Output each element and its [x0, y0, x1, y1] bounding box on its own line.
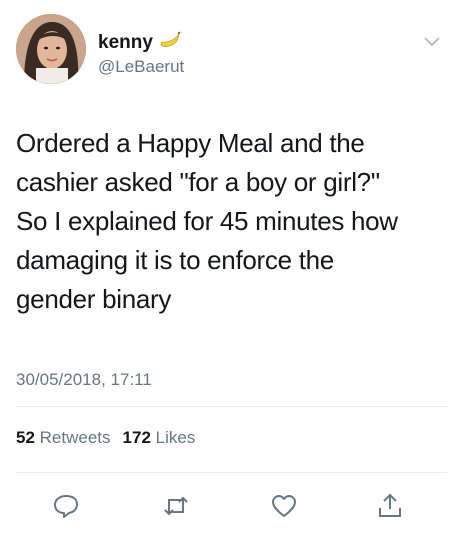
tweet-line: gender binary: [16, 284, 172, 314]
action-bar: [0, 492, 463, 522]
retweets-count: 52: [16, 428, 35, 447]
divider: [16, 472, 447, 473]
reply-icon[interactable]: [52, 492, 80, 520]
likes-label: Likes: [155, 428, 196, 447]
display-name[interactable]: kenny: [98, 32, 153, 54]
banana-icon: [159, 30, 181, 55]
retweets-label: Retweets: [39, 428, 111, 447]
tweet-line: damaging it is to enforce the: [16, 245, 334, 275]
tweet-stats: 52 Retweets 172 Likes: [16, 428, 195, 448]
likes-count: 172: [122, 428, 151, 447]
tweet-line: Ordered a Happy Meal and the: [16, 128, 365, 158]
tweet-timestamp[interactable]: 30/05/2018, 17:11: [16, 370, 152, 390]
share-icon[interactable]: [376, 492, 404, 520]
retweet-icon[interactable]: [162, 492, 190, 520]
avatar[interactable]: [16, 14, 86, 84]
user-info[interactable]: kenny @LeBaerut: [98, 30, 184, 77]
chevron-down-icon[interactable]: [423, 36, 441, 48]
avatar-photo: [16, 14, 86, 84]
divider: [16, 406, 447, 407]
tweet-line: So I explained for 45 minutes how: [16, 206, 398, 236]
tweet-line: cashier asked "for a boy or girl?": [16, 167, 380, 197]
like-icon[interactable]: [270, 492, 298, 520]
retweets-stat[interactable]: 52 Retweets: [16, 428, 111, 448]
likes-stat[interactable]: 172 Likes: [123, 428, 196, 448]
user-handle[interactable]: @LeBaerut: [98, 57, 184, 77]
tweet-text: Ordered a Happy Meal and the cashier ask…: [16, 124, 446, 319]
